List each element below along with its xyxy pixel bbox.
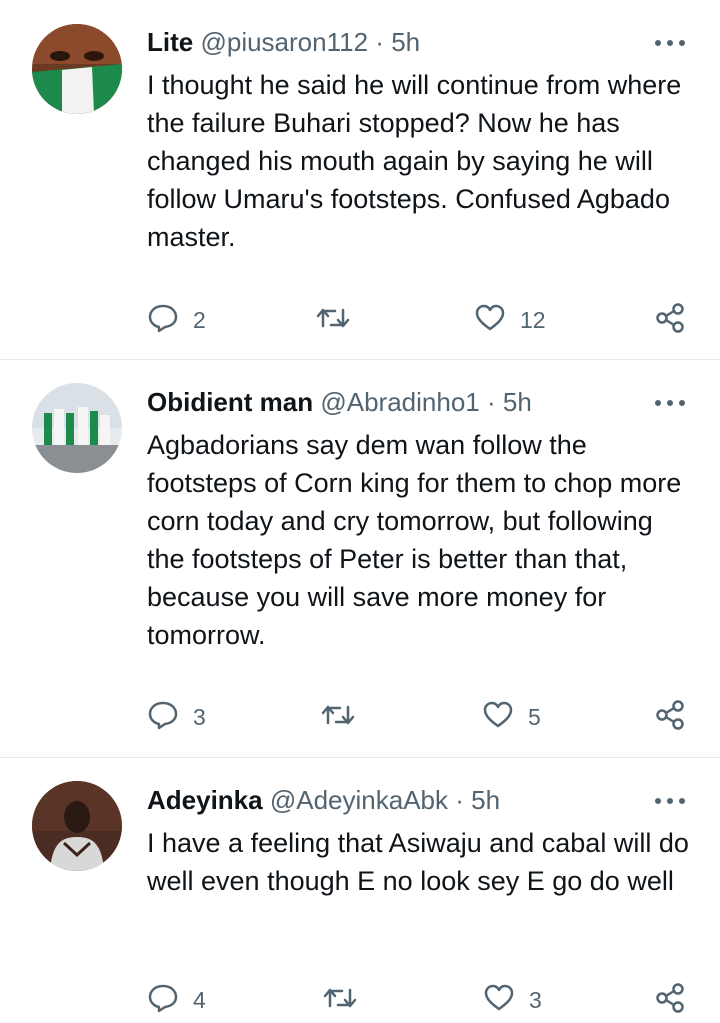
avatar[interactable] [32, 781, 122, 871]
retweet-icon [320, 699, 356, 736]
tweet-header: Lite @piusaron112 · 5h [147, 25, 420, 59]
reply-button[interactable]: 4 [147, 980, 206, 1020]
user-handle[interactable]: @AdeyinkaAbk [270, 785, 448, 815]
tweet-header: Obidient man @Abradinho1 · 5h [147, 385, 532, 419]
reply-icon [147, 302, 179, 339]
separator: · [455, 785, 464, 815]
reply-count: 2 [193, 306, 206, 333]
like-button[interactable]: 12 [474, 300, 546, 340]
share-button[interactable] [654, 300, 686, 340]
share-button[interactable] [654, 980, 686, 1020]
more-icon[interactable] [652, 791, 688, 811]
display-name[interactable]: Lite [147, 27, 193, 57]
retweet-button[interactable] [322, 980, 358, 1020]
like-count: 5 [528, 703, 541, 730]
share-icon [654, 982, 686, 1019]
reply-button[interactable]: 3 [147, 697, 206, 737]
avatar[interactable] [32, 383, 122, 473]
share-button[interactable] [654, 697, 686, 737]
timestamp[interactable]: 5h [391, 27, 420, 57]
tweet-actions: 4 3 [0, 980, 720, 1020]
tweet-actions: 3 5 [0, 697, 720, 737]
share-icon [654, 302, 686, 339]
tweet[interactable]: Obidient man @Abradinho1 · 5h Agbadorian… [0, 360, 720, 758]
reply-count: 4 [193, 986, 206, 1013]
heart-icon [474, 302, 506, 339]
tweet-actions: 2 12 [0, 300, 720, 340]
more-icon[interactable] [652, 393, 688, 413]
more-icon[interactable] [652, 33, 688, 53]
tweet-text: I have a feeling that Asiwaju and cabal … [147, 828, 689, 896]
timestamp[interactable]: 5h [471, 785, 500, 815]
like-count: 3 [529, 986, 542, 1013]
tweet[interactable]: Adeyinka @AdeyinkaAbk · 5h I have a feel… [0, 758, 720, 1023]
heart-icon [482, 699, 514, 736]
avatar[interactable] [32, 24, 122, 114]
user-handle[interactable]: @piusaron112 [200, 27, 368, 57]
retweet-icon [322, 982, 358, 1019]
reply-icon [147, 982, 179, 1019]
display-name[interactable]: Adeyinka [147, 785, 263, 815]
separator: · [375, 27, 384, 57]
like-count: 12 [520, 306, 546, 333]
reply-button[interactable]: 2 [147, 300, 206, 340]
like-button[interactable]: 5 [482, 697, 541, 737]
timestamp[interactable]: 5h [503, 387, 532, 417]
separator: · [486, 387, 496, 417]
tweet-text: Agbadorians say dem wan follow the foots… [147, 430, 682, 650]
display-name[interactable]: Obidient man [147, 387, 313, 417]
reply-icon [147, 699, 179, 736]
retweet-icon [315, 302, 351, 339]
tweet-text: I thought he said he will continue from … [147, 70, 682, 252]
retweet-button[interactable] [320, 697, 356, 737]
user-handle[interactable]: @Abradinho1 [320, 387, 479, 417]
like-button[interactable]: 3 [483, 980, 542, 1020]
tweet[interactable]: Lite @piusaron112 · 5h I thought he said… [0, 0, 720, 360]
retweet-button[interactable] [315, 300, 351, 340]
share-icon [654, 699, 686, 736]
reply-count: 3 [193, 703, 206, 730]
heart-icon [483, 982, 515, 1019]
tweet-header: Adeyinka @AdeyinkaAbk · 5h [147, 783, 500, 817]
